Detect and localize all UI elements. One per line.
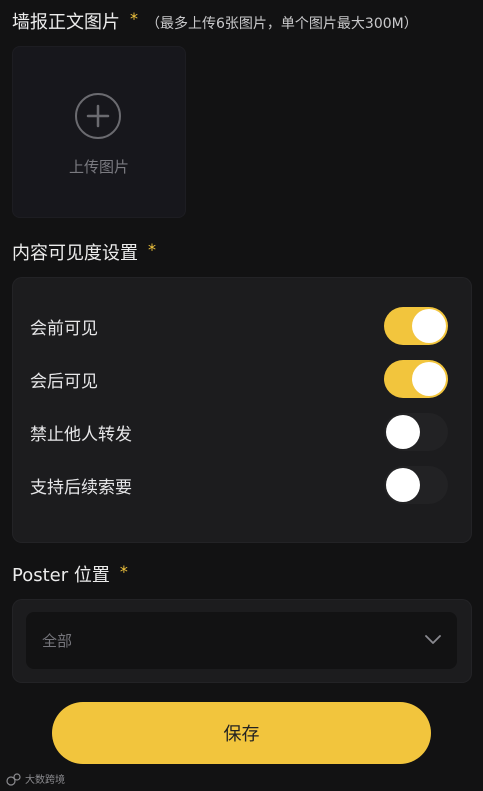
visibility-row-before-meeting: 会前可见 [30,306,448,346]
upload-image-button[interactable]: 上传图片 [12,46,186,218]
toggle-allow-request[interactable] [384,466,448,504]
toggle-no-forward[interactable] [384,413,448,451]
visibility-label: 会后可见 [30,371,98,392]
watermark: 大数跨境 [6,771,65,786]
chevron-down-icon [425,635,441,644]
upload-title: 墙报正文图片 [12,12,120,33]
toggle-knob [412,362,446,396]
visibility-label: 支持后续索要 [30,477,132,498]
required-asterisk: * [130,9,138,28]
upload-hint: （最多上传6张图片，单个图片最大300M） [146,16,418,32]
required-asterisk: * [148,240,156,259]
poster-position-card: 全部 [12,599,472,683]
visibility-row-after-meeting: 会后可见 [30,359,448,399]
visibility-row-allow-request: 支持后续索要 [30,465,448,505]
watermark-logo-icon [6,772,21,786]
upload-section-title: 墙报正文图片 * （最多上传6张图片，单个图片最大300M） [12,8,418,34]
visibility-settings-card: 会前可见 会后可见 禁止他人转发 支持后续索要 [12,277,472,543]
visibility-label: 会前可见 [30,318,98,339]
toggle-knob [412,309,446,343]
upload-image-label: 上传图片 [68,158,129,176]
visibility-section-title: 内容可见度设置 * [12,239,156,265]
toggle-knob [386,468,420,502]
watermark-text: 大数跨境 [25,775,65,786]
plus-circle-icon [75,93,121,139]
required-asterisk: * [119,562,128,581]
poster-position-title: Poster 位置 [12,565,110,586]
save-button[interactable]: 保存 [52,702,431,764]
toggle-after-meeting[interactable] [384,360,448,398]
visibility-label: 禁止他人转发 [30,424,132,445]
poster-position-section-title: Poster 位置 * [12,561,128,587]
visibility-title: 内容可见度设置 [12,243,138,264]
poster-position-value: 全部 [42,632,73,650]
toggle-knob [386,415,420,449]
poster-position-select[interactable]: 全部 [26,612,457,669]
visibility-row-no-forward: 禁止他人转发 [30,412,448,452]
toggle-before-meeting[interactable] [384,307,448,345]
